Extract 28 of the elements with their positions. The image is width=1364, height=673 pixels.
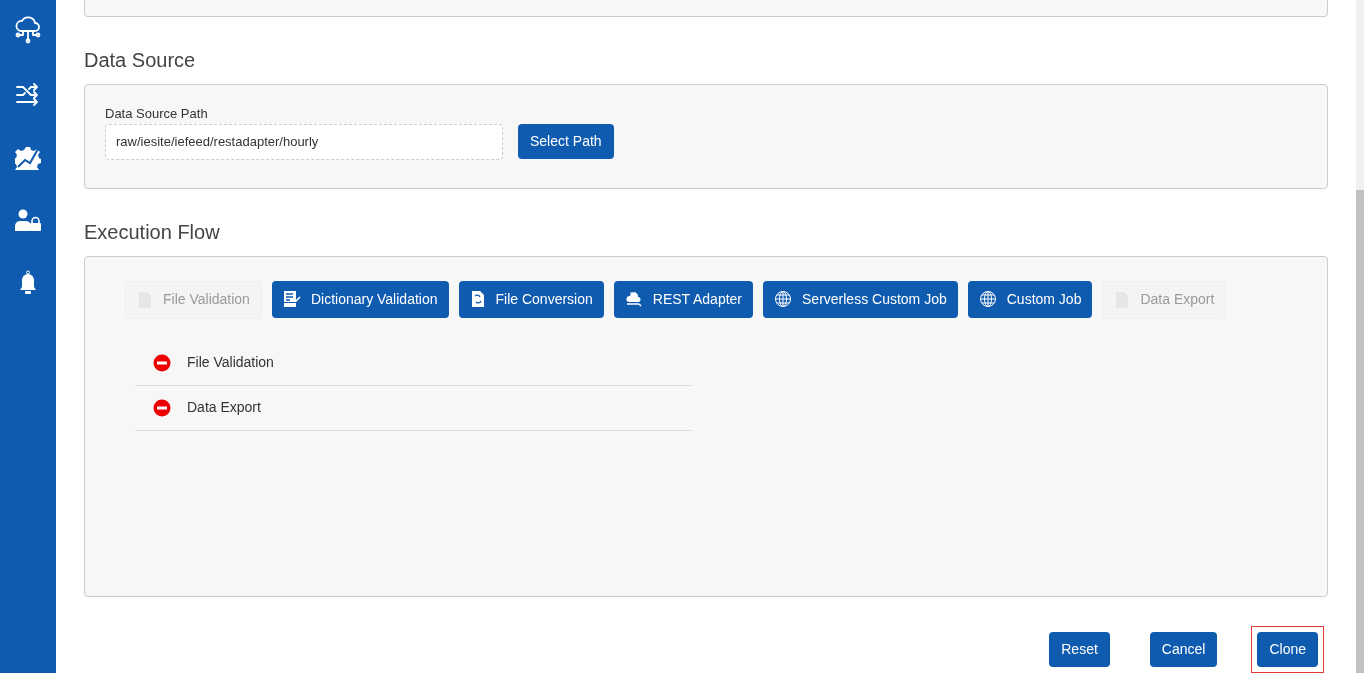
select-path-button[interactable]: Select Path [518,124,614,160]
cloud-network-icon[interactable] [14,16,42,44]
shuffle-icon[interactable] [15,82,41,106]
step-button[interactable]: Dictionary Validation [271,280,449,318]
step-button[interactable]: Custom Job [967,280,1093,318]
gear-icon[interactable] [15,144,41,170]
globe-icon [978,290,997,309]
field-label: Data Source Path [105,104,209,123]
scrollbar[interactable] [1356,0,1364,673]
file-convert-icon [469,290,486,309]
bell-icon[interactable] [17,270,39,296]
step-button[interactable]: Serverless Custom Job [763,280,958,318]
action-button[interactable]: Cancel [1149,632,1218,667]
step-name: Data Export [187,398,261,418]
step-button[interactable]: REST Adapter [613,280,753,318]
remove-icon[interactable] [153,398,171,417]
globe-icon [774,290,792,309]
section-heading: Execution Flow [84,219,221,244]
action-button[interactable]: Reset [1049,632,1110,667]
user-lock-icon[interactable] [14,208,42,232]
path-input-field[interactable]: raw/iesite/iefeed/restadapter/hourly [105,123,503,160]
action-button[interactable]: Clone [1257,632,1318,667]
step-name: File Validation [187,353,274,373]
remove-icon[interactable] [153,353,171,372]
step-button[interactable]: File Conversion [458,280,604,318]
section-heading: Data Source [84,47,197,72]
cloud-plug-icon [624,290,643,309]
checklist-icon [282,290,301,309]
